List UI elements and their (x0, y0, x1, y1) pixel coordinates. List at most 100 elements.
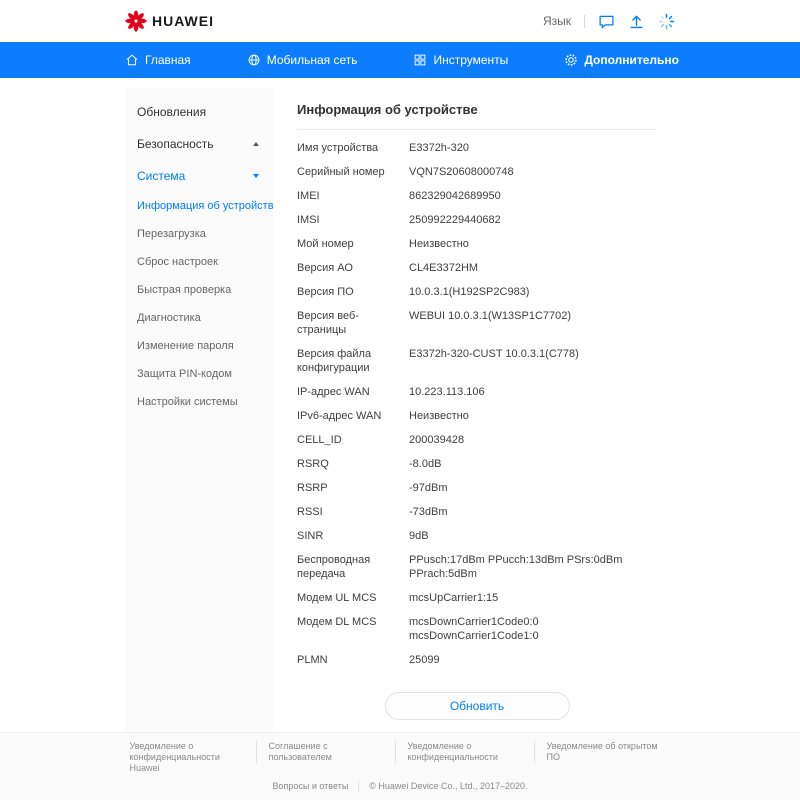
header-divider (584, 15, 585, 28)
huawei-flower-icon (125, 10, 147, 32)
sidebar-item-change-password[interactable]: Изменение пароля (125, 332, 273, 360)
info-label: IMEI (297, 189, 409, 203)
info-label: Версия веб-страницы (297, 309, 409, 337)
nav-item-home[interactable]: Главная (125, 53, 191, 67)
table-row: Версия АО CL4E3372HM (297, 256, 657, 280)
sidebar-item-updates[interactable]: Обновления (125, 96, 273, 128)
footer-link-user-agreement[interactable]: Соглашение с пользователем (256, 741, 395, 763)
info-value: 9dB (409, 529, 654, 543)
info-value: -97dBm (409, 481, 654, 495)
language-button[interactable]: Язык (543, 14, 571, 28)
info-label: SINR (297, 529, 409, 543)
device-info-list: Имя устройства E3372h-320 Серийный номер… (297, 136, 657, 672)
info-value: Неизвестно (409, 237, 654, 251)
chevron-down-icon (253, 174, 259, 178)
home-icon (125, 53, 139, 67)
info-label: RSRP (297, 481, 409, 495)
table-row: IMEI 862329042689950 (297, 184, 657, 208)
nav-item-tools[interactable]: Инструменты (413, 53, 508, 67)
info-value: 862329042689950 (409, 189, 654, 203)
info-label: RSSI (297, 505, 409, 519)
info-value: -73dBm (409, 505, 654, 519)
table-row: RSRP -97dBm (297, 476, 657, 500)
sidebar-item-security[interactable]: Безопасность (125, 128, 273, 160)
table-row: RSRQ -8.0dB (297, 452, 657, 476)
info-label: Версия АО (297, 261, 409, 275)
info-label: IPv6-адрес WAN (297, 409, 409, 423)
table-row: Модем UL MCS mcsUpCarrier1:15 (297, 586, 657, 610)
sidebar-item-reboot[interactable]: Перезагрузка (125, 220, 273, 248)
copyright-text: © Huawei Device Co., Ltd., 2017–2020. (369, 781, 527, 791)
footer-link-privacy-notice[interactable]: Уведомление о конфиденциальности (395, 741, 534, 763)
info-label: Версия файла конфигурации (297, 347, 409, 375)
table-row: Беспроводная передача PPusch:17dBm PPucc… (297, 548, 657, 586)
sidebar-item-system-settings[interactable]: Настройки системы (125, 388, 273, 416)
info-value: 200039428 (409, 433, 654, 447)
info-value: 250992229440682 (409, 213, 654, 227)
upload-icon[interactable] (628, 13, 645, 30)
sidebar-item-system[interactable]: Система (125, 160, 273, 192)
page-body: Обновления Безопасность Система Информац… (0, 78, 800, 732)
info-label: IMSI (297, 213, 409, 227)
sidebar-item-diagnostics[interactable]: Диагностика (125, 304, 273, 332)
page-title: Информация об устройстве (297, 102, 657, 130)
table-row: IP-адрес WAN 10.223.113.106 (297, 380, 657, 404)
info-value: VQN7S20608000748 (409, 165, 654, 179)
info-value: 25099 (409, 653, 654, 667)
sidebar-item-device-info[interactable]: Информация об устройстве (125, 192, 273, 220)
globe-icon (247, 53, 261, 67)
info-label: CELL_ID (297, 433, 409, 447)
nav-item-advanced[interactable]: Дополнительно (564, 53, 679, 67)
info-label: RSRQ (297, 457, 409, 471)
table-row: Серийный номер VQN7S20608000748 (297, 160, 657, 184)
refresh-button[interactable]: Обновить (385, 692, 570, 720)
sidebar-item-label: Обновления (137, 105, 206, 119)
footer-link-open-source[interactable]: Уведомление об открытом ПО (534, 741, 673, 763)
main-nav: Главная Мобильная сеть Инст (0, 42, 800, 78)
table-row: Мой номер Неизвестно (297, 232, 657, 256)
nav-label: Главная (145, 53, 191, 67)
sidebar-item-reset[interactable]: Сброс настроек (125, 248, 273, 276)
table-row: IMSI 250992229440682 (297, 208, 657, 232)
sidebar-item-quick-check[interactable]: Быстрая проверка (125, 276, 273, 304)
sidebar-item-label: Безопасность (137, 137, 214, 151)
top-header: HUAWEI Язык (0, 0, 800, 42)
nav-item-mobile-network[interactable]: Мобильная сеть (247, 53, 358, 67)
sidebar: Обновления Безопасность Система Информац… (125, 88, 273, 732)
table-row: CELL_ID 200039428 (297, 428, 657, 452)
message-icon[interactable] (598, 13, 615, 30)
info-value: mcsUpCarrier1:15 (409, 591, 654, 605)
info-value: PPusch:17dBm PPucch:13dBm PSrs:0dBm PPra… (409, 553, 654, 581)
footer-link-privacy-huawei[interactable]: Уведомление о конфиденциальности Huawei (128, 741, 256, 774)
loading-spinner-icon[interactable] (658, 13, 675, 30)
info-value: Неизвестно (409, 409, 654, 423)
device-info-panel: Информация об устройстве Имя устройства … (273, 88, 675, 732)
table-row: Версия веб-страницы WEBUI 10.0.3.1(W13SP… (297, 304, 657, 342)
sidebar-item-pin-protection[interactable]: Защита PIN-кодом (125, 360, 273, 388)
nav-label: Дополнительно (584, 53, 679, 67)
table-row: IPv6-адрес WAN Неизвестно (297, 404, 657, 428)
sidebar-item-label: Система (137, 169, 185, 183)
info-label: Имя устройства (297, 141, 409, 155)
table-row: Имя устройства E3372h-320 (297, 136, 657, 160)
table-row: SINR 9dB (297, 524, 657, 548)
info-value: mcsDownCarrier1Code0:0 mcsDownCarrier1Co… (409, 615, 654, 643)
nav-label: Инструменты (433, 53, 508, 67)
huawei-logo: HUAWEI (125, 10, 214, 32)
info-label: IP-адрес WAN (297, 385, 409, 399)
brand-name: HUAWEI (152, 13, 214, 29)
table-row: PLMN 25099 (297, 648, 657, 672)
chevron-up-icon (253, 142, 259, 146)
footer-link-faq[interactable]: Вопросы и ответы (272, 781, 348, 791)
page-footer: Уведомление о конфиденциальности Huawei … (0, 732, 800, 800)
info-value: WEBUI 10.0.3.1(W13SP1C7702) (409, 309, 654, 337)
footer-divider (358, 781, 359, 791)
table-row: RSSI -73dBm (297, 500, 657, 524)
info-label: Беспроводная передача (297, 553, 409, 581)
tools-icon (413, 53, 427, 67)
system-submenu: Информация об устройстве Перезагрузка Сб… (125, 192, 273, 416)
info-value: 10.223.113.106 (409, 385, 654, 399)
table-row: Модем DL MCS mcsDownCarrier1Code0:0 mcsD… (297, 610, 657, 648)
info-value: 10.0.3.1(H192SP2C983) (409, 285, 654, 299)
table-row: Версия ПО 10.0.3.1(H192SP2C983) (297, 280, 657, 304)
